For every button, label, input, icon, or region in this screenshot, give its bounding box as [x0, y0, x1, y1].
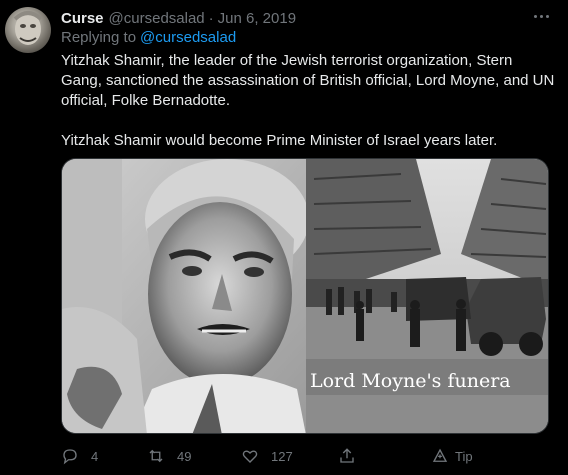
reply-count: 4 [91, 448, 99, 464]
reply-prefix: Replying to [61, 29, 137, 46]
street-scene-photo[interactable] [306, 159, 549, 434]
tweet-date[interactable]: Jun 6, 2019 [218, 10, 296, 27]
tweet-header: Curse @cursedsalad · Jun 6, 2019 [61, 8, 296, 28]
speech-bubble-icon [63, 449, 77, 465]
more-horizontal-icon[interactable] [530, 6, 552, 26]
author-name[interactable]: Curse [61, 10, 104, 27]
share-button[interactable] [338, 446, 356, 466]
media-caption: Lord Moyne's funera [310, 370, 511, 392]
tip-label: Tip [455, 448, 473, 464]
portrait-photo[interactable] [62, 159, 306, 434]
retweet-arrows-icon [149, 449, 163, 463]
tweet-media[interactable]: Lord Moyne's funera [61, 158, 549, 434]
tweet-actions: 4 49 127 Tip [61, 446, 541, 466]
reply-button[interactable]: 4 [61, 446, 98, 466]
share-upload-icon [340, 448, 354, 463]
tip-button[interactable]: Tip [431, 446, 473, 466]
heart-icon [242, 450, 258, 463]
tweet-paragraph: Yitzhak Shamir would become Prime Minist… [61, 132, 498, 149]
like-button[interactable]: 127 [241, 446, 293, 466]
avatar[interactable] [5, 7, 51, 53]
retweet-count: 49 [177, 448, 192, 464]
avatar-image [13, 11, 43, 45]
reply-mention-link[interactable]: @cursedsalad [140, 29, 236, 46]
tweet[interactable]: Curse @cursedsalad · Jun 6, 2019 Replyin… [0, 0, 568, 475]
tip-icon [432, 448, 448, 462]
tweet-paragraph: Yitzhak Shamir, the leader of the Jewish… [61, 52, 555, 109]
like-count: 127 [271, 448, 293, 464]
replying-to: Replying to @cursedsalad [61, 29, 236, 46]
header-separator: · [208, 9, 214, 27]
tweet-text: Yitzhak Shamir, the leader of the Jewish… [61, 51, 556, 151]
retweet-button[interactable]: 49 [147, 446, 191, 466]
author-handle[interactable]: @cursedsalad [109, 10, 205, 27]
